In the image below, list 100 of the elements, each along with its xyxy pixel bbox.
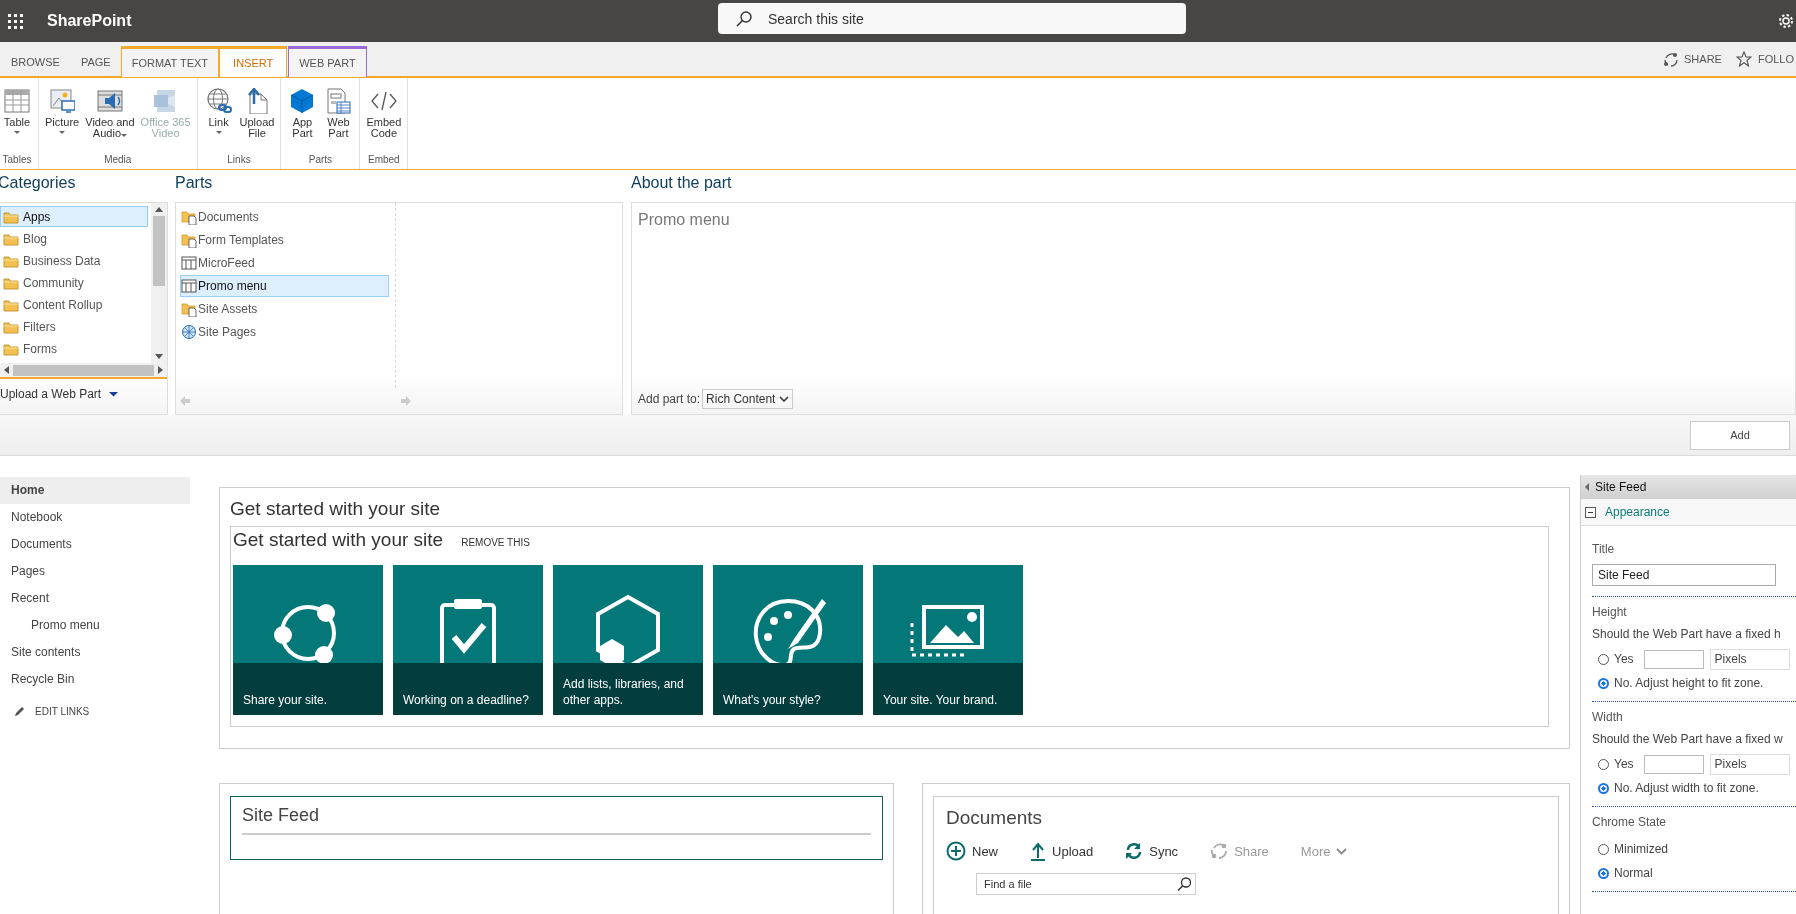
share-link[interactable]: SHARE [1663, 51, 1722, 67]
section-toggle[interactable]: Appearance [1581, 499, 1796, 526]
category-item[interactable]: Apps [0, 206, 148, 227]
option-label: No. Adjust width to fit zone. [1614, 781, 1759, 795]
search-field[interactable]: Find a file [976, 873, 1196, 895]
number-field[interactable] [1643, 649, 1704, 669]
video-audio-button[interactable]: Video and Audio [83, 88, 137, 154]
ribbon-tab[interactable]: INSERT [219, 46, 288, 77]
table-icon [4, 88, 30, 114]
nav-link[interactable]: Promo menu [0, 612, 190, 639]
part-item[interactable]: Documents [180, 206, 395, 228]
group-label: Parts [307, 154, 334, 167]
star-icon [1735, 51, 1752, 67]
unit-dropdown[interactable]: Pixels [1709, 753, 1790, 775]
promo-tile[interactable]: Add lists, libraries, and other apps. [553, 565, 703, 715]
search-icon [736, 10, 752, 27]
title-field[interactable]: Site Feed [1592, 564, 1776, 586]
search-field[interactable]: Search this site [718, 3, 1186, 34]
folder-document-icon [181, 232, 197, 248]
nav-link[interactable]: Documents [0, 531, 190, 558]
group-label: Tables [1, 154, 33, 167]
tile-caption: Working on a deadline? [393, 663, 543, 715]
section-title: Get started with your site [233, 529, 444, 551]
folder-icon [3, 209, 19, 224]
promo-tile[interactable]: What's your style? [713, 565, 863, 715]
scrollbar[interactable] [151, 203, 167, 363]
nav-link[interactable]: Pages [0, 558, 190, 585]
table-button[interactable]: Table [0, 88, 34, 154]
chevron-down-icon [779, 396, 790, 402]
radio-button[interactable] [1598, 677, 1609, 689]
option-label: Minimized [1614, 842, 1668, 856]
command-button[interactable]: Sync [1125, 842, 1179, 860]
nav-link[interactable]: Notebook [0, 504, 190, 531]
folder-icon [3, 275, 19, 290]
category-item[interactable]: Filters [0, 316, 151, 337]
panel-title: Parts [175, 175, 214, 193]
folder-document-icon [181, 209, 197, 225]
web-part-title: Documents [946, 807, 1044, 829]
app-part-button[interactable]: App Part [285, 88, 320, 154]
field-label: Title [1592, 542, 1616, 556]
ribbon-tab[interactable]: FORMAT TEXT [120, 46, 220, 77]
category-item[interactable]: Content Rollup [0, 294, 151, 315]
search-input[interactable]: Search this site [766, 9, 1186, 28]
caret-icon [215, 131, 222, 134]
promo-tile[interactable]: Working on a deadline? [393, 565, 543, 715]
embed-code-button[interactable]: Embed Code [364, 88, 404, 154]
flower-icon [181, 324, 197, 340]
field-label: Add part to: [638, 392, 701, 406]
edit-links-button[interactable]: EDIT LINKS [14, 705, 190, 717]
document-grid-icon [325, 88, 352, 114]
category-item[interactable]: Blog [0, 228, 151, 249]
part-item[interactable]: Promo menu [180, 275, 389, 297]
part-item[interactable]: MicroFeed [180, 252, 395, 274]
radio-button[interactable] [1598, 867, 1609, 879]
option-label: Yes [1614, 757, 1634, 771]
app-name[interactable]: SharePoint [47, 12, 132, 30]
folder-icon [3, 341, 19, 356]
nav-link[interactable]: Recent [0, 585, 190, 612]
picture-button[interactable]: Picture [43, 88, 82, 154]
unit-dropdown[interactable]: Pixels [1709, 648, 1790, 670]
caret-icon [121, 134, 127, 137]
command-button[interactable]: Upload [1030, 841, 1094, 861]
web-part-button[interactable]: Web Part [321, 88, 356, 154]
globe-link-icon [205, 88, 232, 114]
tile-caption: What's your style? [713, 663, 863, 715]
radio-button[interactable] [1598, 782, 1609, 794]
ribbon-tab[interactable]: BROWSE [0, 46, 70, 77]
category-item[interactable]: Community [0, 272, 151, 293]
group-label: Media [103, 154, 133, 167]
ribbon-tab[interactable]: PAGE [69, 46, 121, 77]
field-label: Height [1592, 605, 1628, 619]
part-item[interactable]: Form Templates [180, 229, 395, 251]
folder-icon [3, 319, 19, 334]
tile-caption: Your site. Your brand. [873, 663, 1023, 715]
category-item[interactable]: Forms [0, 338, 151, 359]
part-item[interactable]: Site Pages [180, 321, 395, 343]
search-input[interactable]: Find a file [982, 877, 1177, 891]
question-text: Should the Web Part have a fixed w [1592, 732, 1784, 746]
ribbon-tab[interactable]: WEB PART [288, 46, 367, 77]
link-button[interactable]: Link [201, 88, 236, 154]
scroll-right-icon [158, 366, 163, 374]
tile-caption: Share your site. [233, 663, 383, 715]
command-button[interactable]: New [946, 841, 998, 861]
upload-file-button[interactable]: Upload File [237, 88, 277, 154]
promo-tile[interactable]: Your site. Your brand. [873, 565, 1023, 715]
follow-link[interactable]: FOLLO [1735, 51, 1794, 67]
group-label: Links [226, 154, 252, 167]
nav-link[interactable]: Site contents [0, 639, 190, 666]
scrollbar[interactable] [0, 363, 167, 379]
number-field[interactable] [1643, 754, 1704, 774]
zone-dropdown[interactable]: Rich Content [702, 389, 794, 409]
promo-tile[interactable]: Share your site. [233, 565, 383, 715]
remove-link[interactable]: REMOVE THIS [461, 537, 530, 548]
nav-link[interactable]: Recycle Bin [0, 666, 190, 693]
category-item[interactable]: Business Data [0, 250, 151, 271]
part-item[interactable]: Site Assets [180, 298, 395, 320]
upload-link[interactable]: Upload a Web Part [0, 379, 167, 401]
nav-link[interactable]: Home [0, 477, 190, 504]
add-button[interactable]: Add [1690, 420, 1790, 450]
field-label: Width [1592, 710, 1624, 724]
